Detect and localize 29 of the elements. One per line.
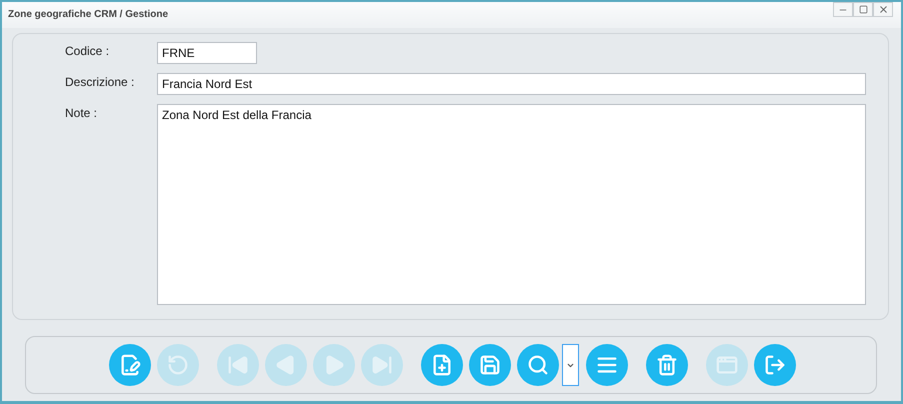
field-label: Descrizione : bbox=[64, 74, 136, 91]
exit-button[interactable] bbox=[754, 344, 796, 386]
maximize-button[interactable] bbox=[853, 2, 873, 17]
search-button[interactable] bbox=[517, 344, 559, 386]
new-button[interactable] bbox=[421, 344, 463, 386]
search-icon bbox=[527, 354, 549, 376]
edit-document-icon bbox=[119, 354, 141, 376]
close-button[interactable] bbox=[873, 2, 893, 17]
skip-back-icon bbox=[227, 354, 249, 376]
input-field[interactable]: Francia Nord Est bbox=[157, 73, 866, 95]
skip-forward-icon bbox=[371, 354, 393, 376]
dropdown-button[interactable] bbox=[562, 344, 579, 386]
input-field[interactable]: FRNE bbox=[157, 42, 257, 64]
save-icon bbox=[479, 354, 501, 376]
window-title: Zone geografiche CRM / Gestione bbox=[8, 9, 168, 20]
list-button[interactable] bbox=[586, 344, 628, 386]
field-label: Note : bbox=[64, 105, 98, 122]
close-icon bbox=[878, 4, 888, 15]
text-area[interactable]: Zona Nord Est della Francia bbox=[157, 104, 866, 305]
exit-icon bbox=[764, 354, 786, 376]
window-icon bbox=[716, 354, 738, 376]
save-button[interactable] bbox=[469, 344, 511, 386]
field-label: Codice : bbox=[64, 43, 110, 60]
maximize-icon bbox=[858, 5, 868, 14]
edit-button[interactable] bbox=[109, 344, 151, 386]
undo-icon bbox=[167, 354, 189, 376]
new-document-icon bbox=[431, 354, 453, 376]
trash-icon bbox=[656, 354, 678, 376]
delete-button[interactable] bbox=[646, 344, 688, 386]
